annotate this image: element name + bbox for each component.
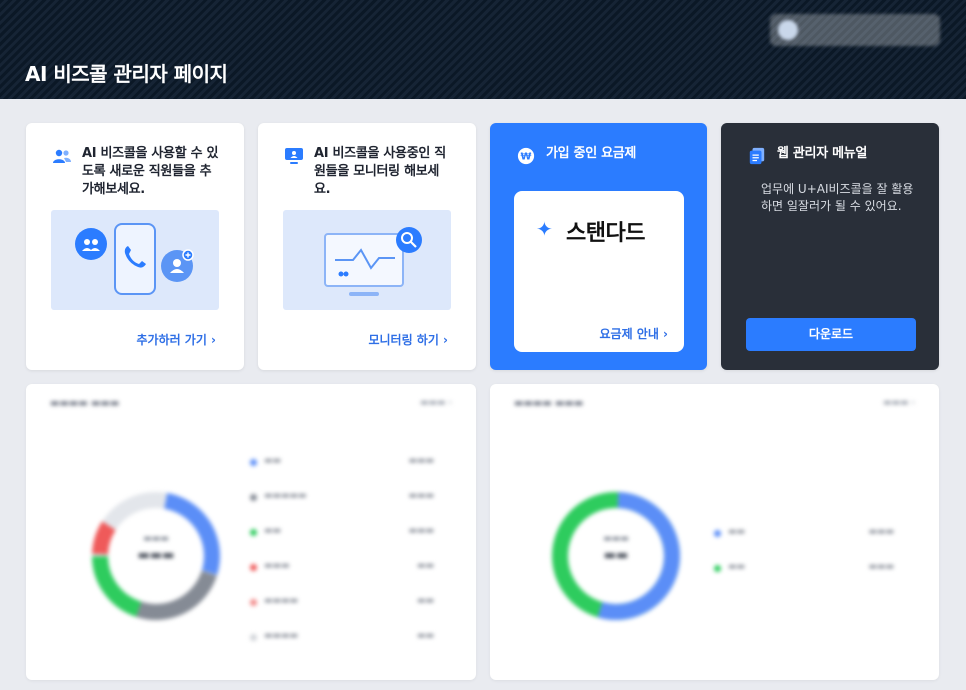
manual-title: 웹 관리자 메뉴얼 [777, 146, 868, 161]
users-icon [53, 149, 71, 163]
monitor-illustration [283, 210, 451, 310]
plan-title: 가입 중인 요금제 [546, 146, 637, 161]
add-users-link[interactable]: 추가하러 가기 › [136, 331, 216, 348]
manual-card: 웹 관리자 메뉴얼 업무에 U+AI비즈콜을 잘 활용하면 일잘러가 될 수 있… [721, 123, 939, 370]
page-title: AI 비즈콜 관리자 페이지 [25, 62, 228, 86]
add-users-text: AI 비즈콜을 사용할 수 있도록 새로운 직원들을 추가해보세요. [82, 146, 219, 197]
avatar [778, 20, 798, 40]
plan-box: ✦ 스탠다드 요금제 안내 › [514, 191, 684, 352]
plan-info-link[interactable]: 요금제 안내 › [599, 325, 668, 342]
top-header: AI 비즈콜 관리자 페이지 [0, 0, 966, 99]
won-icon: ₩ [517, 147, 535, 165]
monitor-text: AI 비즈콜을 사용중인 직원들을 모니터링 해보세요. [314, 146, 446, 197]
monitor-card: AI 비즈콜을 사용중인 직원들을 모니터링 해보세요. 모니터링 하기 › [258, 123, 476, 370]
panel-title: ▬▬▬▬ ▬▬▬ [514, 398, 584, 409]
add-users-card: AI 비즈콜을 사용할 수 있도록 새로운 직원들을 추가해보세요. 추가하러 … [26, 123, 244, 370]
manual-description: 업무에 U+AI비즈콜을 잘 활용하면 일잘러가 될 수 있어요. [761, 182, 914, 213]
sparkle-icon: ✦ [536, 217, 553, 241]
stats-panel-right: ▬▬▬▬ ▬▬▬ ▬▬▬ › ▬▬▬ ▬▬ ▬▬ ▬▬▬ ▬▬ ▬▬▬ [490, 384, 939, 680]
plan-name: 스탠다드 [566, 221, 645, 246]
plan-card: ₩ 가입 중인 요금제 ✦ 스탠다드 요금제 안내 › [490, 123, 707, 370]
download-button[interactable]: 다운로드 [746, 318, 916, 351]
document-icon [749, 147, 765, 165]
panel-title: ▬▬▬▬ ▬▬▬ [50, 398, 120, 409]
add-users-illustration [51, 210, 219, 310]
donut-center-label: ▬▬▬ ▬▬▬ [137, 534, 175, 563]
blurred-content: ▬▬▬▬ ▬▬▬ ▬▬▬ › ▬▬▬ ▬▬▬ ▬▬ ▬▬▬ ▬▬▬▬▬ ▬▬▬ ▬▬ ▬… [50, 398, 452, 641]
svg-text:₩: ₩ [521, 152, 532, 163]
monitor-icon [285, 148, 303, 164]
panel-more-link[interactable]: ▬▬▬ › [883, 398, 915, 408]
panel-more-link[interactable]: ▬▬▬ › [420, 398, 452, 408]
monitoring-link[interactable]: 모니터링 하기 › [368, 331, 448, 348]
blurred-content: ▬▬▬▬ ▬▬▬ ▬▬▬ › ▬▬▬ ▬▬ ▬▬ ▬▬▬ ▬▬ ▬▬▬ [490, 384, 939, 680]
donut-center-label: ▬▬▬ ▬▬ [603, 534, 629, 563]
user-menu[interactable] [770, 14, 940, 46]
stats-panel-left: ▬▬▬▬ ▬▬▬ ▬▬▬ › ▬▬▬ ▬▬▬ ▬▬ ▬▬▬ ▬▬▬▬▬ ▬▬▬ ▬▬ ▬… [26, 384, 476, 680]
